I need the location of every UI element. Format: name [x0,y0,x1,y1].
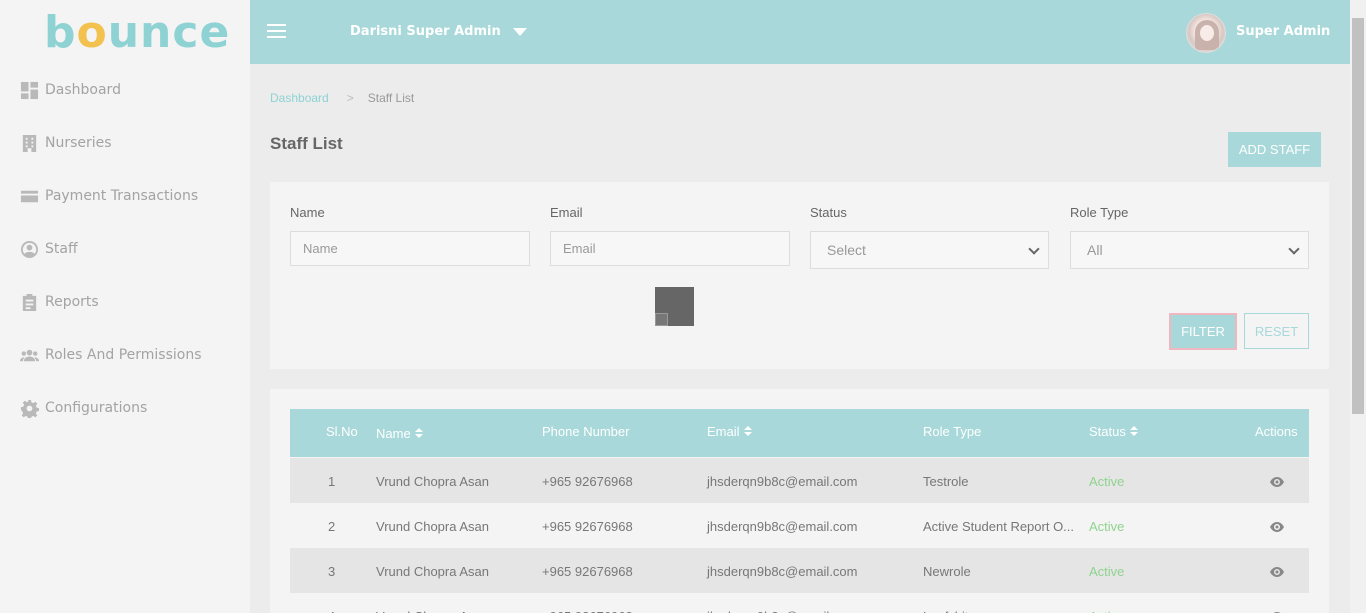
gear-icon [20,399,39,418]
avatar[interactable] [1186,13,1226,53]
sort-icon[interactable] [414,428,423,439]
cell-status: Active [1089,564,1125,579]
sidebar-item-reports[interactable]: Reports [20,290,99,314]
cell-status: Active [1089,519,1125,534]
cell-name: Vrund Chopra Asan [376,564,489,579]
role-filter-label: Role Type [1070,205,1129,220]
cell-email: jhsderqn9b8c@email.com [707,474,858,489]
name-filter-label: Name [290,205,325,220]
sidebar-item-dashboard[interactable]: Dashboard [20,78,121,102]
table-row: 3 Vrund Chopra Asan +965 92676968 jhsderqn9… [290,548,1309,593]
loading-indicator [655,287,694,326]
reset-button[interactable]: RESET [1244,313,1309,349]
column-header-status[interactable]: Status [1089,424,1138,439]
column-header-name[interactable]: Name [376,426,423,441]
cell-slno: 4 [328,609,335,613]
scrollbar-thumb[interactable] [1352,18,1364,414]
email-filter-input[interactable]: Email [550,231,790,266]
cell-phone: +965 92676968 [542,609,633,613]
sidebar-item-nurseries[interactable]: Nurseries [20,131,112,155]
sidebar-item-label: Roles And Permissions [45,347,202,363]
users-icon [20,346,39,365]
clipboard-icon [20,293,39,312]
sort-icon[interactable] [743,426,752,437]
column-header-email[interactable]: Email [707,424,752,439]
sidebar-item-label: Staff [45,241,78,257]
add-staff-button[interactable]: ADD STAFF [1228,132,1321,167]
cell-slno: 3 [328,564,336,579]
sidebar-item-label: Configurations [45,400,148,416]
user-circle-icon [20,240,39,259]
menu-toggle-icon[interactable] [267,24,286,40]
cell-role: Active Student Report O... [923,519,1075,534]
name-filter-input[interactable]: Name [290,231,530,266]
role-filter-select[interactable]: All [1070,231,1309,269]
admin-switch-dropdown[interactable]: Darisni Super Admin [350,24,527,39]
sidebar-item-label: Nurseries [45,135,112,151]
view-eye-icon[interactable] [1270,475,1284,487]
cell-phone: +965 92676968 [542,564,633,579]
status-filter-select[interactable]: Select [810,231,1049,269]
role-filter-value: All [1087,242,1103,258]
column-header-role: Role Type [923,424,982,439]
breadcrumb-current: Staff List [367,91,415,105]
top-bar: Darisni Super Admin Super Admin [250,0,1350,64]
cell-email: jhsderqn9b8c@email.com [707,564,858,579]
chevron-down-icon [1288,243,1300,255]
sidebar-item-roles-and-permissions[interactable]: Roles And Permissions [20,343,202,367]
table-row: 2 Vrund Chopra Asan +965 92676968 jhsderqn9… [290,503,1309,548]
cell-phone: +965 92676968 [542,474,633,489]
credit-card-icon [20,187,39,206]
page-title: Staff List [270,134,343,153]
sort-icon[interactable] [1129,426,1138,437]
sidebar-item-configurations[interactable]: Configurations [20,396,147,420]
status-filter-label: Status [810,205,847,220]
cell-status: Active [1089,474,1125,489]
page-scrollbar[interactable] [1350,0,1366,613]
caret-down-icon [512,27,527,36]
filter-button[interactable]: FILTER [1169,313,1237,350]
email-filter-label: Email [550,205,583,220]
cell-name: Vrund Chopra Asan [376,519,489,534]
cell-role: Leafshit [923,609,969,613]
chevron-down-icon [1028,243,1040,255]
cell-email: jhsderqn9b8c@email.com [707,609,858,613]
view-eye-icon[interactable] [1270,565,1284,577]
cell-slno: 1 [328,474,336,489]
bounce-logo[interactable]: bounce [44,10,230,56]
table-row: 1 Vrund Chopra Asan +965 92676968 jhsderqn9… [290,458,1309,503]
sidebar-item-payment-transactions[interactable]: Payment Transactions [20,184,198,208]
user-name[interactable]: Super Admin [1236,24,1330,39]
cell-role: Newrole [923,564,971,579]
breadcrumb-separator: > [346,91,354,105]
table-row: 4 Vrund Chopra Asan +965 92676968 jhsderqn9… [290,593,1309,613]
sidebar-item-staff[interactable]: Staff [20,237,78,261]
cell-slno: 2 [328,519,336,534]
view-eye-icon[interactable] [1270,520,1284,532]
column-header-slno: Sl.No [326,424,358,439]
cell-role: Testrole [923,474,969,489]
sidebar-item-label: Payment Transactions [45,188,199,204]
cell-email: jhsderqn9b8c@email.com [707,519,858,534]
table-header: Sl.No Name Phone Number Email Role Type … [290,409,1309,457]
dashboard-icon [20,81,39,100]
sidebar-item-label: Reports [45,294,99,310]
cell-phone: +965 92676968 [542,519,633,534]
filter-panel: Name Name Email Email Status Select Role… [270,182,1329,369]
cell-name: Vrund Chopra Asan [376,609,489,613]
building-icon [20,134,39,153]
staff-table: Sl.No Name Phone Number Email Role Type … [270,389,1329,613]
sidebar-item-label: Dashboard [45,82,121,98]
admin-switch-label: Darisni Super Admin [350,24,501,39]
cell-status: Active [1089,609,1124,613]
cell-name: Vrund Chopra Asan [376,474,489,489]
column-header-actions: Actions [1255,424,1298,439]
breadcrumb: Dashboard > Staff List [270,91,414,105]
column-header-phone: Phone Number [542,424,630,439]
sidebar: bounce Dashboard Nurseries Payment Trans… [0,0,250,613]
status-filter-value: Select [827,242,866,258]
breadcrumb-home-link[interactable]: Dashboard [270,91,329,105]
